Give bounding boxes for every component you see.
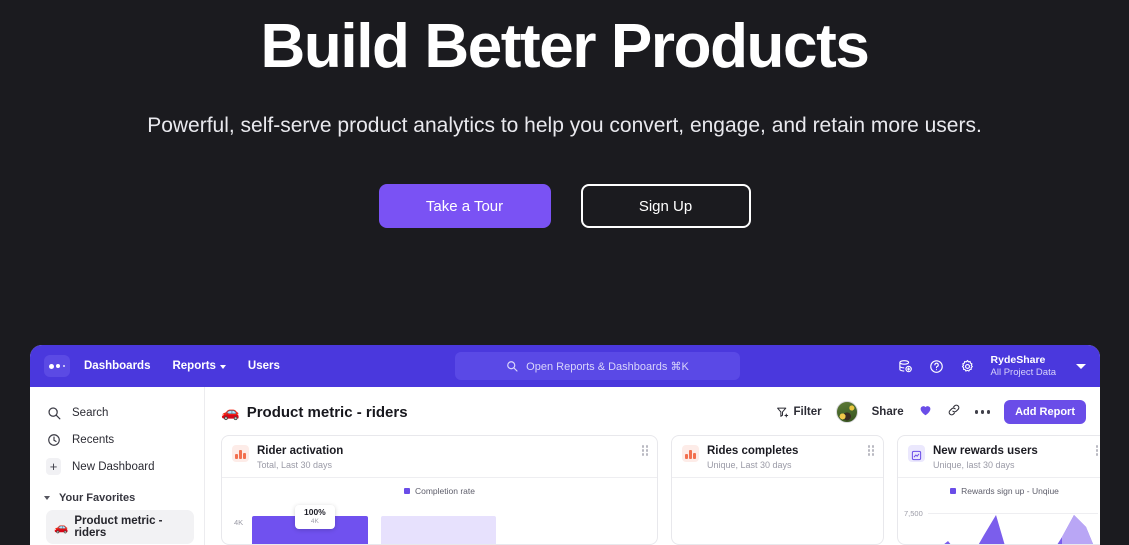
y-axis-tick: 7,500 xyxy=(904,509,923,519)
legend-swatch xyxy=(950,488,957,495)
card-header: Rider activation Total, Last 30 days xyxy=(222,436,657,479)
sidebar-item-product-metric-riders[interactable]: 🚗 Product metric - riders xyxy=(46,510,194,544)
dashboard-title-label: Product metric - riders xyxy=(246,403,408,421)
y-axis-tick: 4K xyxy=(234,518,244,528)
dashboard-cards: Rider activation Total, Last 30 days Com… xyxy=(221,435,1100,545)
help-circle-icon[interactable] xyxy=(929,359,944,374)
sidebar-item-search-label: Search xyxy=(72,406,109,419)
share-button[interactable]: Share xyxy=(872,406,904,418)
search-icon xyxy=(46,406,61,420)
gear-icon[interactable] xyxy=(960,359,975,374)
global-search-placeholder: Open Reports & Dashboards ⌘K xyxy=(526,360,689,373)
tooltip-detail: 4K xyxy=(310,517,319,525)
card-subtitle: Unique, Last 30 days xyxy=(707,460,792,471)
global-search-input[interactable]: Open Reports & Dashboards ⌘K xyxy=(455,352,740,380)
search-icon xyxy=(507,361,518,372)
drag-handle-icon[interactable] xyxy=(867,445,874,456)
sidebar-section-your-favorites[interactable]: Your Favorites xyxy=(40,492,194,504)
card-subtitle: Unique, last 30 days xyxy=(933,460,1015,471)
legend-label: Completion rate xyxy=(414,486,475,497)
card-header: Rides completes Unique, Last 30 days xyxy=(672,436,883,479)
sidebar-item-recents-label: Recents xyxy=(72,433,115,446)
project-scope: All Project Data xyxy=(990,366,1056,378)
sidebar-section-label: Your Favorites xyxy=(59,492,136,504)
sidebar-item-search[interactable]: Search xyxy=(40,399,194,426)
link-icon[interactable] xyxy=(947,403,961,422)
bar-step-2 xyxy=(381,516,496,544)
add-report-button[interactable]: Add Report xyxy=(1004,400,1086,424)
chevron-down-icon xyxy=(219,364,226,369)
card-title: Rides completes xyxy=(707,445,799,457)
sign-up-button[interactable]: Sign Up xyxy=(580,184,751,228)
plus-icon: + xyxy=(46,458,61,475)
share-label: Share xyxy=(871,406,904,418)
ellipsis-icon[interactable] xyxy=(974,410,991,414)
chart-area-series xyxy=(944,515,1093,544)
nav-item-dashboards[interactable]: Dashboards xyxy=(84,360,150,372)
dashboard-title: 🚗 Product metric - riders xyxy=(221,403,408,422)
navbar-right-group: RydeShare All Project Data xyxy=(898,354,1086,379)
chart-tooltip: 100% 4K xyxy=(295,505,335,529)
card-subtitle: Total, Last 30 days xyxy=(257,460,333,471)
card-chart-body xyxy=(672,478,883,544)
sidebar-item-new-dashboard[interactable]: + New Dashboard xyxy=(40,453,194,480)
card-chart-body: Completion rate 4K 100% 4K xyxy=(222,486,657,544)
dashboard-toolbar: Filter Share Add Report xyxy=(776,400,1086,424)
chart-bars xyxy=(252,516,496,544)
project-name: RydeShare xyxy=(990,353,1046,366)
filter-icon xyxy=(776,407,788,417)
card-title: New rewards users xyxy=(933,445,1038,457)
sidebar-item-product-metric-riders-label: Product metric - riders xyxy=(74,515,163,539)
app-sidebar: Search Recents + New Dashboard Your Favo… xyxy=(30,387,205,545)
line-chart-icon xyxy=(908,445,925,462)
project-selector[interactable]: RydeShare All Project Data xyxy=(991,354,1056,379)
clock-icon xyxy=(46,433,61,447)
card-title: Rider activation xyxy=(257,445,344,457)
card-header: New rewards users Unique, last 30 days xyxy=(898,436,1100,479)
app-logo-icon[interactable] xyxy=(44,355,70,377)
legend-swatch xyxy=(403,488,410,495)
legend-label: Rewards sign up - Unqiue xyxy=(961,486,1059,497)
card-rider-activation[interactable]: Rider activation Total, Last 30 days Com… xyxy=(221,435,658,545)
nav-item-users[interactable]: Users xyxy=(248,360,280,372)
drag-handle-icon[interactable] xyxy=(641,445,648,456)
heart-icon[interactable] xyxy=(918,403,933,422)
hero-section: Build Better Products Powerful, self-ser… xyxy=(0,0,1129,228)
filter-button[interactable]: Filter xyxy=(776,406,822,419)
take-a-tour-button[interactable]: Take a Tour xyxy=(378,184,551,228)
app-navbar: Dashboards Reports Users Open Reports & … xyxy=(30,345,1100,387)
tooltip-value: 100% xyxy=(304,507,326,518)
card-rides-completes[interactable]: Rides completes Unique, Last 30 days xyxy=(671,435,884,545)
nav-item-dashboards-label: Dashboards xyxy=(84,360,151,372)
sidebar-item-new-dashboard-label: New Dashboard xyxy=(72,460,155,473)
chevron-down-icon[interactable] xyxy=(1076,363,1086,369)
page-title: Build Better Products xyxy=(260,12,870,81)
hero-cta-group: Take a Tour Sign Up xyxy=(0,184,1129,228)
car-emoji-icon: 🚗 xyxy=(221,404,240,421)
car-emoji-icon: 🚗 xyxy=(54,522,69,534)
chevron-down-icon xyxy=(44,496,50,500)
app-preview-window: Dashboards Reports Users Open Reports & … xyxy=(30,345,1100,545)
chart-legend: Completion rate xyxy=(222,486,657,496)
nav-item-reports-label: Reports xyxy=(172,360,216,372)
bar-chart-icon xyxy=(682,445,699,462)
sidebar-item-recents[interactable]: Recents xyxy=(40,426,194,453)
chart-legend: Rewards sign up - Unqiue xyxy=(898,486,1100,496)
hero-subtitle: Powerful, self-serve product analytics t… xyxy=(147,114,982,137)
avatar[interactable] xyxy=(835,401,858,423)
nav-item-reports[interactable]: Reports xyxy=(172,360,226,372)
database-add-icon[interactable] xyxy=(898,359,913,374)
bar-chart-icon xyxy=(232,445,249,462)
main-header: 🚗 Product metric - riders Filter Share A… xyxy=(221,397,1086,427)
card-chart-body: Rewards sign up - Unqiue 7,500 xyxy=(898,486,1100,544)
nav-item-users-label: Users xyxy=(247,360,280,372)
drag-handle-icon[interactable] xyxy=(1095,445,1100,456)
filter-label: Filter xyxy=(793,406,822,418)
card-new-rewards-users[interactable]: New rewards users Unique, last 30 days R… xyxy=(897,435,1100,545)
app-main: 🚗 Product metric - riders Filter Share A… xyxy=(205,387,1100,545)
app-body: Search Recents + New Dashboard Your Favo… xyxy=(30,387,1100,545)
